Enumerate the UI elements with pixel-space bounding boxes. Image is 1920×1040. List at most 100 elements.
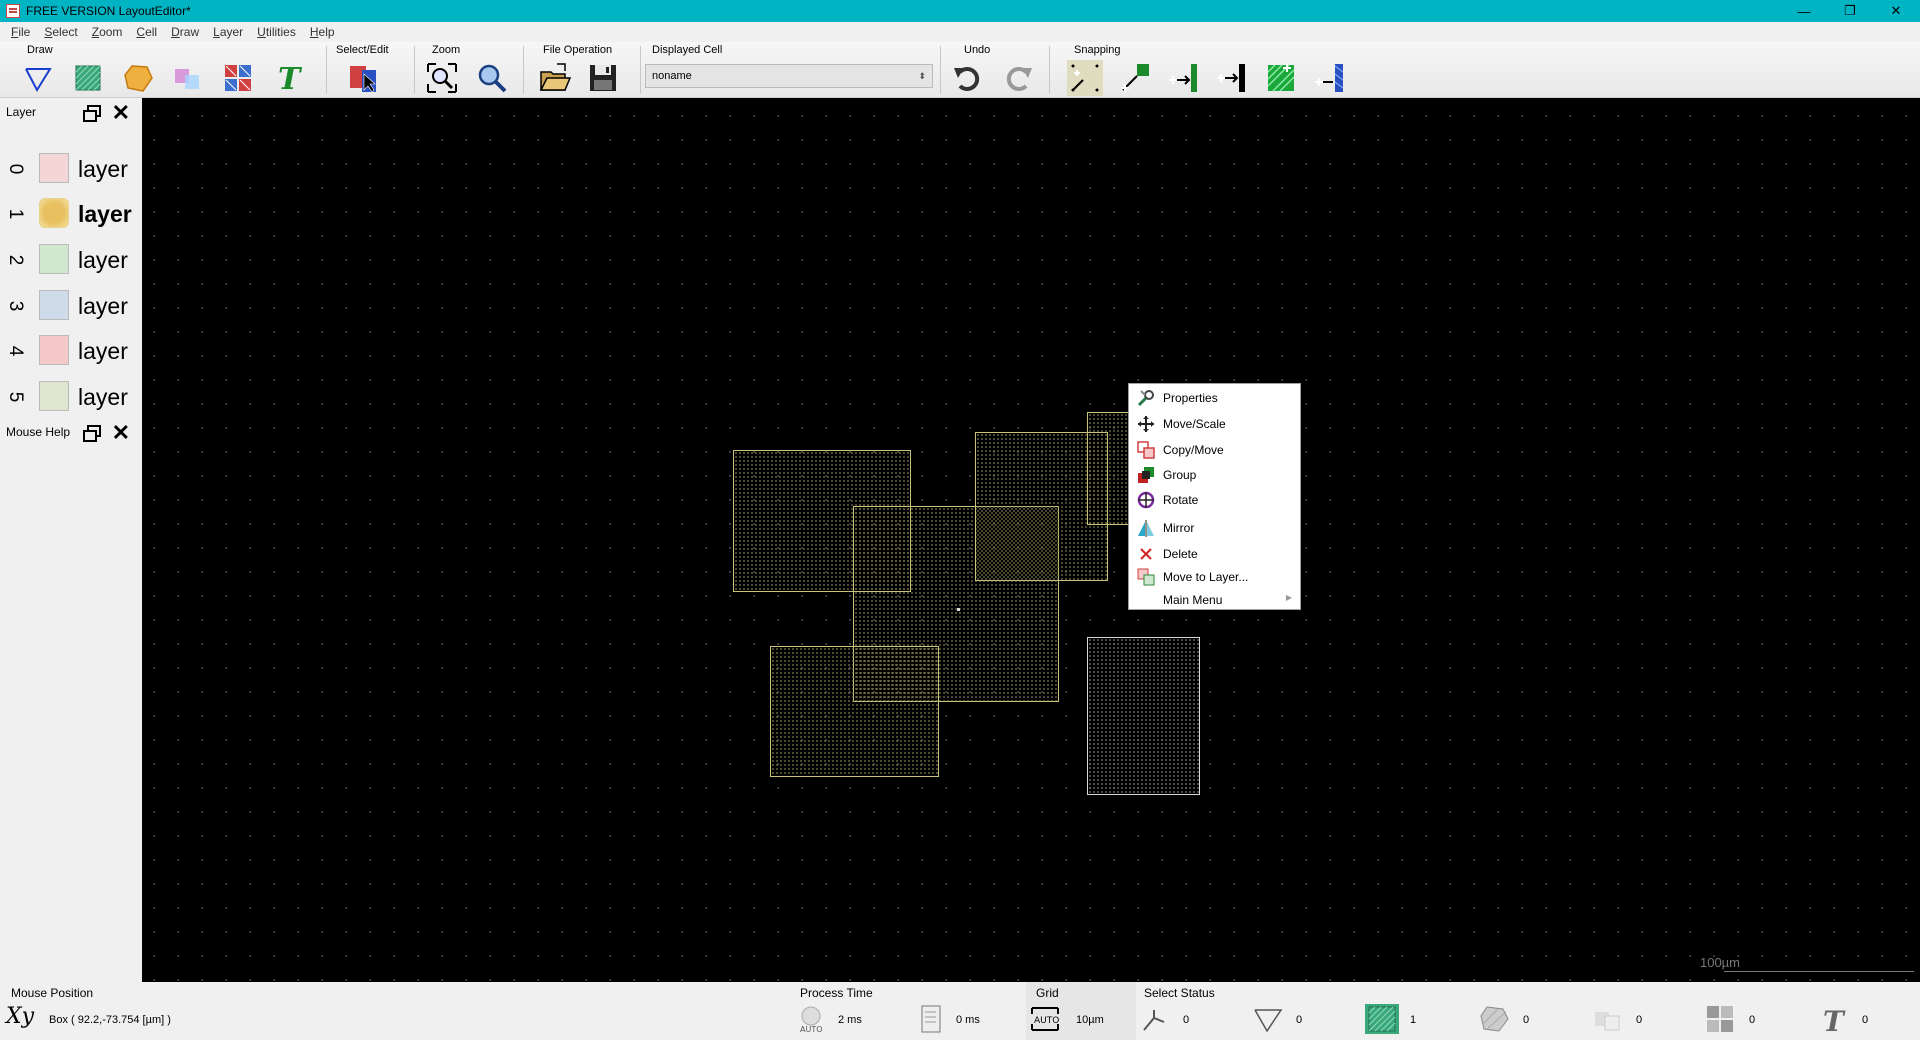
draw-path-icon[interactable]	[20, 60, 56, 96]
snap-grid-icon[interactable]	[1067, 60, 1103, 96]
layer-row-0[interactable]: 0 layer	[0, 146, 142, 190]
open-file-icon[interactable]	[537, 60, 573, 96]
select-count-cellref: 0	[1636, 1014, 1643, 1026]
layer-color-swatch[interactable]	[39, 335, 69, 365]
snap-point-icon[interactable]	[1117, 60, 1153, 96]
layer-number: 4	[5, 345, 26, 357]
select-count-point: 0	[1183, 1014, 1190, 1026]
submenu-arrow-icon: ▶	[1285, 593, 1292, 602]
layer-row-3[interactable]: 3 layer	[0, 283, 142, 327]
layer-row-2[interactable]: 2 layer	[0, 237, 142, 281]
ctx-item-label: Rotate	[1163, 493, 1199, 507]
menu-bar: File Select Zoom Cell Draw Layer Utiliti…	[0, 22, 1920, 42]
layer-name: layer	[78, 338, 128, 364]
ctx-item-copy-move[interactable]: Copy/Move	[1129, 438, 1300, 462]
zoom-fit-icon[interactable]	[424, 60, 460, 96]
menu-draw[interactable]: Draw	[164, 25, 206, 39]
svg-text:T: T	[1823, 1005, 1846, 1034]
zoom-search-icon[interactable]	[474, 60, 510, 96]
select-count-polygon: 0	[1523, 1014, 1530, 1026]
layer-color-swatch[interactable]	[39, 198, 69, 228]
draw-text-icon[interactable]: T	[270, 60, 306, 96]
ctx-item-main-menu[interactable]: Main Menu ▶	[1129, 588, 1300, 612]
layer-name: layer	[78, 247, 128, 273]
draw-array-icon[interactable]	[220, 60, 256, 96]
draw-box-icon[interactable]	[70, 60, 106, 96]
menu-utilities[interactable]: Utilities	[250, 25, 303, 39]
ctx-item-label: Mirror	[1163, 521, 1195, 535]
select-count-array: 0	[1749, 1014, 1756, 1026]
title-bar: FREE VERSION LayoutEditor* — ❐ ✕	[0, 0, 1920, 22]
undo-icon[interactable]	[950, 60, 986, 96]
ctx-item-rotate[interactable]: Rotate	[1129, 488, 1300, 512]
group-label-zoom: Zoom	[432, 44, 461, 56]
ctx-item-move-to-layer[interactable]: Move to Layer...	[1129, 565, 1300, 589]
status-bar: Mouse Position Xy Box ( 92.2,-73.754 [µm…	[0, 982, 1920, 1040]
scale-label: 100µm	[1699, 955, 1740, 970]
menu-select[interactable]: Select	[37, 25, 84, 39]
menu-file[interactable]: File	[4, 25, 37, 39]
xy-glyph-icon: Xy	[6, 1004, 35, 1029]
redo-icon[interactable]	[1000, 60, 1036, 96]
toolbar-group-undo: Undo	[944, 42, 1048, 98]
ctx-item-properties[interactable]: Properties	[1129, 386, 1300, 410]
layout-box[interactable]	[1087, 412, 1132, 525]
layer-row-1[interactable]: 1 layer	[0, 191, 142, 235]
menu-layer[interactable]: Layer	[206, 25, 250, 39]
ctx-item-group[interactable]: Group	[1129, 463, 1300, 487]
group-label-select-edit: Select/Edit	[336, 44, 389, 56]
scale-bar	[1724, 971, 1914, 972]
app-icon	[6, 4, 20, 18]
select-status-label: Select Status	[1144, 986, 1215, 1000]
toolbar-separator	[523, 46, 524, 94]
ctx-item-move-scale[interactable]: Move/Scale	[1129, 412, 1300, 436]
menu-zoom[interactable]: Zoom	[85, 25, 130, 39]
select-count-box: 1	[1410, 1014, 1417, 1026]
displayed-cell-select[interactable]: noname ⬍	[645, 64, 933, 88]
layout-box[interactable]	[770, 646, 939, 777]
snap-shape-icon[interactable]	[1263, 60, 1299, 96]
select-edit-icon[interactable]	[346, 60, 382, 96]
minimize-button[interactable]: —	[1781, 0, 1827, 22]
layout-canvas[interactable]: 100µm	[142, 98, 1920, 982]
group-label-undo: Undo	[964, 44, 991, 56]
status-process-time: Process Time AUTO 2 ms 0 ms	[796, 982, 1026, 1040]
close-button[interactable]: ✕	[1873, 0, 1919, 22]
layer-color-swatch[interactable]	[39, 290, 69, 320]
snap-vertical-icon[interactable]	[1311, 60, 1347, 96]
properties-icon	[1137, 389, 1155, 407]
ctx-item-mirror[interactable]: Mirror	[1129, 516, 1300, 540]
layer-row-5[interactable]: 5 layer	[0, 374, 142, 418]
layer-row-4[interactable]: 4 layer	[0, 328, 142, 372]
layer-number: 1	[5, 208, 26, 220]
group-label-displayed-cell: Displayed Cell	[652, 44, 723, 56]
layer-color-swatch[interactable]	[39, 244, 69, 274]
draw-polygon-icon[interactable]	[120, 60, 156, 96]
move-icon	[1137, 415, 1155, 433]
select-cellref-icon	[1591, 1004, 1625, 1034]
layout-box[interactable]	[1087, 637, 1200, 795]
menu-cell[interactable]: Cell	[129, 25, 164, 39]
panel-float-icon[interactable]	[82, 104, 102, 124]
status-mouse-position: Mouse Position Xy Box ( 92.2,-73.754 [µm…	[0, 982, 790, 1040]
ctx-item-delete[interactable]: Delete	[1129, 542, 1300, 566]
chevron-down-icon[interactable]: ⬍	[918, 65, 926, 87]
save-file-icon[interactable]	[585, 60, 621, 96]
toolbar-separator	[940, 46, 941, 94]
snap-edge-icon[interactable]	[1165, 60, 1201, 96]
grid-value: 10µm	[1076, 1014, 1104, 1026]
panel-close-icon[interactable]: ✕	[112, 102, 130, 124]
select-count-text: 0	[1862, 1014, 1869, 1026]
restore-button[interactable]: ❐	[1827, 0, 1873, 22]
auto-label: AUTO	[1034, 1016, 1059, 1026]
layer-color-swatch[interactable]	[39, 381, 69, 411]
layer-color-swatch[interactable]	[39, 153, 69, 183]
panel-float-icon[interactable]	[82, 424, 102, 444]
toolbar-group-draw: Draw T	[0, 42, 320, 98]
menu-help[interactable]: Help	[303, 25, 342, 39]
ctx-item-label: Move/Scale	[1163, 417, 1226, 431]
draw-cellref-icon[interactable]	[170, 60, 206, 96]
grid-auto-icon[interactable]: AUTO	[1028, 1004, 1062, 1034]
snap-edge-black-icon[interactable]	[1213, 60, 1249, 96]
panel-close-icon[interactable]: ✕	[112, 422, 130, 444]
